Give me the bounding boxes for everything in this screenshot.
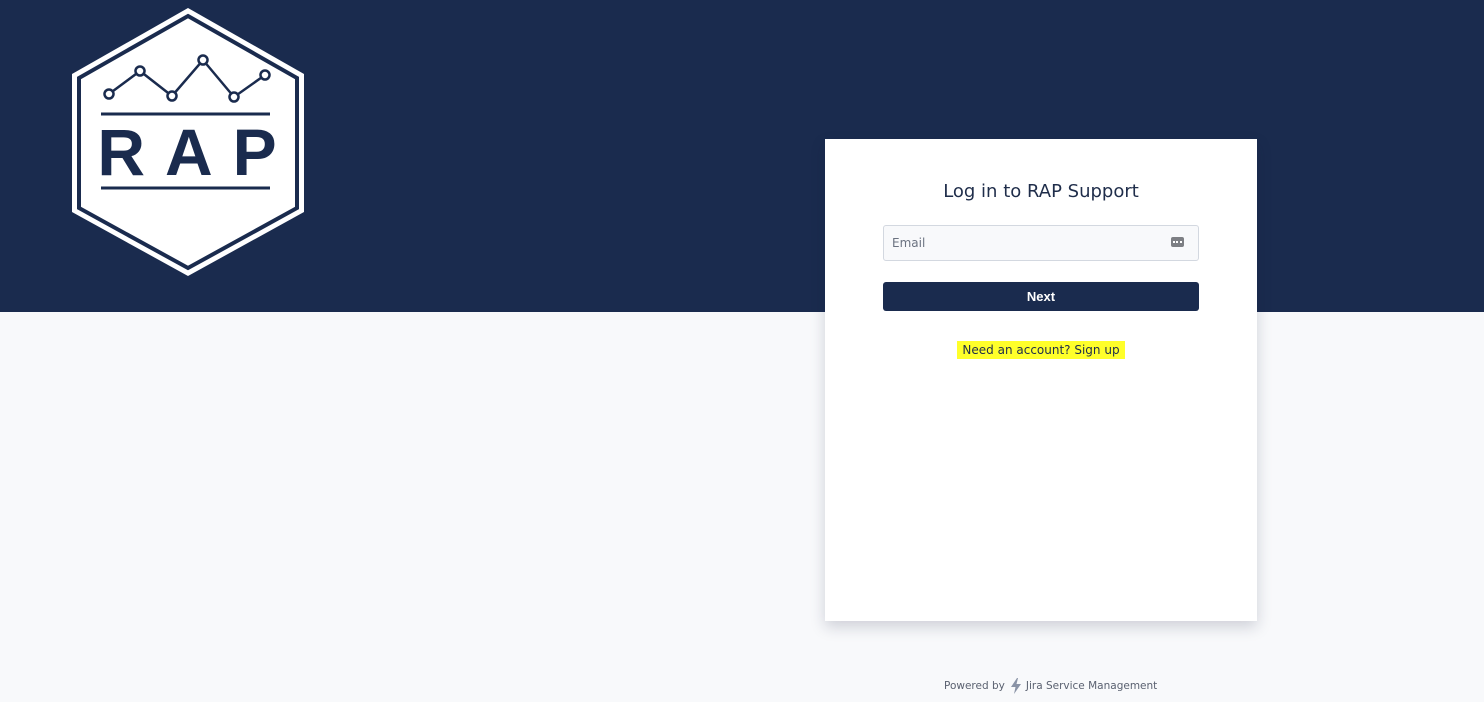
signup-row: Need an account? Sign up <box>825 341 1257 359</box>
password-manager-icon[interactable] <box>1171 237 1184 247</box>
login-page: RAP Log in to RAP Support Next Need an a… <box>0 0 1484 702</box>
product-name-link[interactable]: Jira Service Management <box>1026 680 1157 692</box>
logo-wordmark: RAP <box>97 115 297 189</box>
email-field[interactable] <box>883 225 1199 261</box>
jira-bolt-icon <box>1009 677 1023 695</box>
email-input[interactable] <box>884 226 1198 260</box>
login-title: Log in to RAP Support <box>943 181 1139 202</box>
signup-link[interactable]: Need an account? Sign up <box>957 341 1125 359</box>
powered-by-label: Powered by <box>944 680 1005 692</box>
next-button[interactable]: Next <box>883 282 1199 311</box>
login-card: Log in to RAP Support Next Need an accou… <box>825 139 1257 621</box>
powered-by-footer: Powered by Jira Service Management <box>944 677 1157 695</box>
rap-logo: RAP <box>66 4 310 280</box>
